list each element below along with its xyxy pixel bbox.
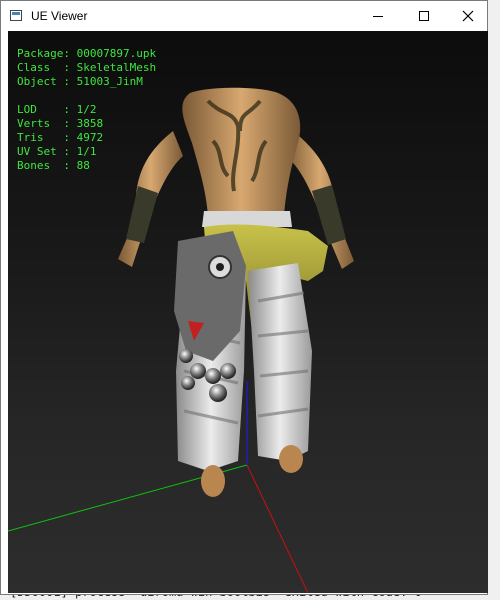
tris-value: 4972 [76, 131, 104, 144]
mask-pupil [216, 263, 224, 271]
3d-viewport[interactable]: Package: 00007897.upk Class : SkeletalMe… [8, 31, 488, 593]
class-value: SkeletalMesh [76, 61, 157, 74]
bones-value: 88 [76, 159, 90, 172]
close-icon [462, 10, 474, 22]
info-class-row: Class : SkeletalMesh [17, 61, 157, 74]
ue-viewer-window[interactable]: UE Viewer Package: 00007897.upk Class: … [0, 0, 488, 595]
minimize-button[interactable] [355, 1, 401, 31]
orb-1 [179, 349, 193, 363]
torso [182, 87, 301, 216]
window-title: UE Viewer [31, 9, 88, 23]
app-window-icon [10, 10, 22, 21]
info-package-row: Package: 00007897.upk [17, 47, 157, 60]
title-bar[interactable]: UE Viewer [1, 1, 487, 31]
uvset-value: 1/1 [76, 145, 97, 158]
orb-2 [190, 363, 206, 379]
orb-6 [209, 384, 227, 402]
orb-5 [181, 376, 195, 390]
left-bracer [126, 186, 158, 243]
background-console-window [487, 0, 500, 600]
info-verts-row: Verts : 3858 [17, 117, 104, 130]
left-foot [201, 465, 225, 497]
orb-4 [220, 363, 236, 379]
info-tris-row: Tris : 4972 [17, 131, 104, 144]
waistband [202, 211, 292, 227]
object-value: 51003_JinM [76, 75, 143, 88]
info-object-row: Object : 51003_JinM [17, 75, 143, 88]
maximize-button[interactable] [401, 1, 447, 31]
mesh-info-overlay: Package: 00007897.upk Class : SkeletalMe… [17, 47, 156, 173]
orb-3 [205, 368, 221, 384]
package-value: 00007897.upk [76, 47, 157, 60]
verts-value: 3858 [76, 117, 104, 130]
right-foot [279, 445, 303, 473]
minimize-icon [373, 15, 383, 17]
close-button[interactable] [445, 1, 491, 31]
maximize-icon [419, 11, 429, 21]
lod-value: 1/2 [76, 103, 97, 116]
axis-x-line [246, 464, 309, 593]
info-bones-row: Bones : 88 [17, 159, 90, 172]
right-bracer [312, 185, 346, 245]
info-lod-row: LOD : 1/2 [17, 103, 97, 116]
info-uvset-row: UV Set : 1/1 [17, 145, 97, 158]
